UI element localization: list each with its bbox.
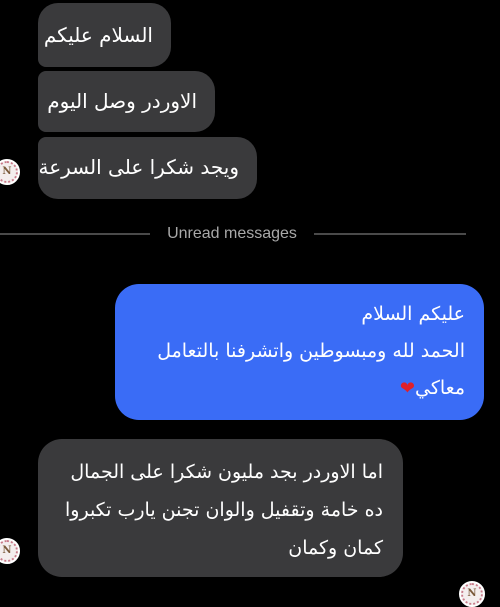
divider-line-right	[314, 233, 466, 235]
incoming-message-bubble[interactable]: ويجد شكرا على السرعة	[38, 137, 257, 199]
message-text: معاكي	[414, 377, 465, 399]
avatar-letter: N	[2, 166, 12, 177]
message-text: الاوردر وصل اليوم	[47, 89, 197, 113]
divider-line-left	[0, 233, 150, 235]
message-text: اما الاوردر بجد مليون شكرا على الجمال	[70, 461, 383, 483]
read-receipt-avatar: N	[459, 581, 485, 607]
message-text: السلام عليكم	[43, 23, 153, 47]
message-text: ويجد شكرا على السرعة	[38, 155, 239, 179]
message-text: الحمد لله ومبسوطين واتشرفنا بالتعامل	[157, 340, 465, 362]
red-heart-emoji-icon: ❤	[399, 378, 415, 399]
contact-avatar[interactable]: N	[0, 159, 20, 185]
outgoing-message-bubble[interactable]: عليكم السلام الحمد لله ومبسوطين واتشرفنا…	[115, 284, 484, 420]
incoming-message-bubble[interactable]: اما الاوردر بجد مليون شكرا على الجمال ده…	[38, 439, 403, 577]
incoming-message-bubble[interactable]: الاوردر وصل اليوم	[38, 71, 215, 132]
message-text: ده خامة وتقفيل والوان تجنن يارب تكبروا	[65, 499, 383, 521]
avatar-letter: N	[2, 545, 12, 556]
incoming-message-bubble[interactable]: السلام عليكم	[38, 3, 171, 67]
avatar-letter: N	[467, 588, 477, 599]
contact-avatar[interactable]: N	[0, 538, 20, 564]
message-text-last-line: معاكي❤	[115, 370, 465, 407]
message-text: عليكم السلام	[361, 303, 465, 325]
message-text: كمان وكمان	[288, 537, 383, 559]
unread-messages-divider: Unread messages	[167, 225, 297, 242]
